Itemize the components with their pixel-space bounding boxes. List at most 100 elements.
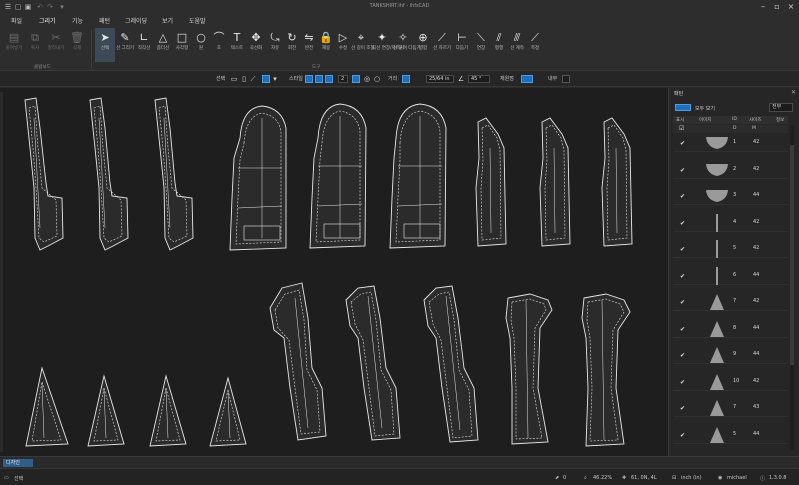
tool-line-button[interactable]: ✎ 선 그리기: [115, 28, 135, 62]
pattern-piece[interactable]: [423, 285, 479, 443]
width-link-toggle[interactable]: [352, 75, 360, 83]
menu-pattern[interactable]: 패턴: [99, 16, 110, 25]
tool-edit-button[interactable]: ▷ 수정: [333, 28, 353, 62]
paste-button[interactable]: ▤ 붙여넣기: [4, 28, 24, 62]
visibility-checkbox[interactable]: ✔: [680, 167, 685, 174]
tool-smooth-button[interactable]: ⊢ 다듬기: [452, 28, 472, 62]
tool-parallel-button[interactable]: ⫽ 평행: [489, 28, 509, 62]
delete-button[interactable]: 🗑 삭제: [67, 28, 87, 62]
pattern-list-item[interactable]: ✔ 5 42: [673, 240, 788, 258]
zoom-level[interactable]: 46.22%: [593, 475, 612, 481]
unit-label[interactable]: inch (in): [681, 475, 702, 481]
pattern-list-item[interactable]: ✔ 2 42: [673, 161, 788, 179]
color-swatch[interactable]: [262, 75, 270, 83]
tool-extend-button[interactable]: ✦ 곡선 연장/자르기: [372, 28, 404, 62]
pattern-piece[interactable]: [389, 103, 447, 249]
pattern-piece[interactable]: [154, 97, 194, 251]
col-id[interactable]: ID: [732, 117, 737, 122]
copy-button[interactable]: ⧉ 복사: [25, 28, 45, 62]
pattern-piece[interactable]: [475, 117, 507, 247]
select-box-icon[interactable]: ▭: [230, 75, 238, 83]
pattern-piece[interactable]: [269, 282, 327, 441]
visibility-checkbox[interactable]: ✔: [680, 379, 685, 386]
pattern-list-item[interactable]: ✔ 5 44: [673, 426, 788, 444]
pattern-list-item[interactable]: ✔ 4 42: [673, 213, 788, 232]
menu-function[interactable]: 기능: [72, 16, 83, 25]
visibility-checkbox[interactable]: ✔: [680, 140, 685, 147]
col-show[interactable]: 표시: [676, 117, 684, 123]
col-image[interactable]: 이미지: [699, 117, 711, 123]
tool-arc-button[interactable]: ⌒ 호: [209, 28, 229, 62]
pattern-piece[interactable]: [345, 285, 401, 441]
visibility-checkbox[interactable]: ✔: [680, 246, 685, 253]
pattern-list-item[interactable]: ✔ 1 42: [673, 134, 788, 152]
filter-select[interactable]: 전부: [769, 103, 793, 112]
select-page-icon[interactable]: ▯: [240, 75, 248, 83]
line-width-input[interactable]: 2: [338, 75, 348, 83]
drag-toggle[interactable]: [562, 75, 570, 83]
select-all-checkbox[interactable]: ☑: [679, 125, 684, 132]
pattern-canvas-svg[interactable]: [0, 88, 669, 456]
cut-button[interactable]: ✂ 잘라내기: [46, 28, 66, 62]
menu-grading[interactable]: 그레이딩: [125, 16, 147, 25]
select-curve-icon[interactable]: ⟋: [249, 75, 257, 83]
pattern-piece[interactable]: [309, 103, 367, 249]
tool-split-button[interactable]: ⟋ 선 자르기: [432, 28, 452, 62]
pattern-list-item[interactable]: ✔ 9 44: [673, 346, 788, 364]
angle-input[interactable]: 45 °: [468, 75, 490, 83]
tool-extend-line-button[interactable]: ⟍ 연장: [471, 28, 491, 62]
distance-input[interactable]: 25/64 in: [426, 75, 454, 83]
style-solid-toggle[interactable]: [305, 75, 313, 83]
snap-toggle[interactable]: [521, 75, 533, 83]
pattern-list-item[interactable]: ✔ 8 44: [673, 320, 788, 338]
tool-measure-line-button[interactable]: ⫻ 선 계측: [507, 28, 527, 62]
tool-right-angle-button[interactable]: ∟ 직각선: [134, 28, 154, 62]
pattern-piece[interactable]: [24, 97, 64, 251]
select-all-row[interactable]: ☑ D M: [673, 125, 788, 133]
menu-help[interactable]: 도움말: [189, 16, 206, 25]
tool-rectangle-button[interactable]: □ 사각형: [172, 28, 192, 62]
pattern-list-item[interactable]: ✔ 10 42: [673, 373, 788, 391]
pattern-piece[interactable]: [149, 374, 187, 447]
pattern-piece[interactable]: [229, 105, 287, 251]
pattern-piece[interactable]: [209, 376, 247, 447]
pattern-list-item[interactable]: ✔ 7 42: [673, 293, 788, 311]
visibility-checkbox[interactable]: ✔: [680, 220, 685, 227]
panel-close-icon[interactable]: ✕: [791, 89, 796, 96]
pattern-piece[interactable]: [581, 293, 631, 447]
pattern-piece[interactable]: [505, 293, 553, 445]
drawing-canvas[interactable]: [0, 88, 669, 456]
visibility-checkbox[interactable]: ✔: [680, 193, 685, 200]
scrollbar-thumb[interactable]: [790, 145, 794, 365]
menu-view[interactable]: 보기: [162, 16, 173, 25]
pattern-piece[interactable]: [601, 117, 633, 247]
tool-text-button[interactable]: T 텍스트: [227, 28, 247, 62]
minimize-icon[interactable]: –: [758, 2, 768, 12]
pattern-list-item[interactable]: ✔ 3 44: [673, 187, 788, 205]
visibility-checkbox[interactable]: ✔: [680, 326, 685, 333]
tool-curve-button[interactable]: ✥ 곡선화: [246, 28, 266, 62]
visibility-checkbox[interactable]: ✔: [680, 299, 685, 306]
panel-scrollbar[interactable]: [790, 125, 794, 450]
col-size[interactable]: 사이즈: [749, 117, 761, 123]
visibility-checkbox[interactable]: ✔: [680, 352, 685, 359]
col-info[interactable]: 정보: [776, 117, 784, 123]
visibility-checkbox[interactable]: ✔: [680, 405, 685, 412]
pattern-piece[interactable]: [87, 374, 125, 447]
pattern-piece[interactable]: [89, 97, 129, 251]
tool-length-button[interactable]: ⌖ 선 길이 조절: [351, 28, 375, 62]
pattern-list-item[interactable]: ✔ 7 43: [673, 399, 788, 417]
visibility-checkbox[interactable]: ✔: [680, 432, 685, 439]
style-cross-toggle[interactable]: [315, 75, 323, 83]
tool-trim-button[interactable]: ✧ 선 붙여 다듬기: [393, 28, 421, 62]
circle-option-icon[interactable]: ○: [373, 75, 381, 83]
swatch-dropdown-icon[interactable]: ▾: [271, 75, 279, 83]
menu-file[interactable]: 파일: [11, 16, 22, 25]
maximize-icon[interactable]: ▫: [772, 2, 782, 12]
close-icon[interactable]: ×: [786, 2, 796, 12]
tab-design[interactable]: 디자인: [3, 459, 33, 467]
style-dash-toggle[interactable]: [325, 75, 333, 83]
distance-toggle[interactable]: [402, 75, 410, 83]
show-all-toggle[interactable]: [675, 104, 691, 111]
pattern-piece[interactable]: [539, 117, 571, 247]
